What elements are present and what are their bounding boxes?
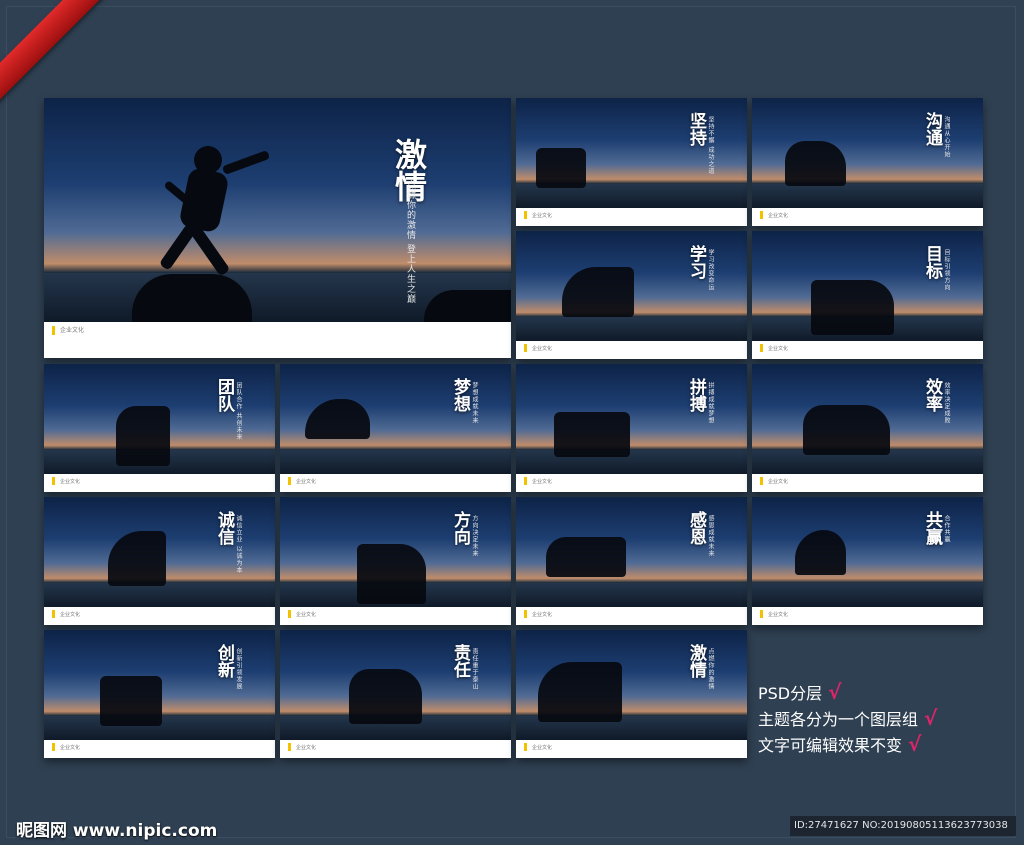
theme-silhouette-icon: [785, 141, 846, 186]
card-subtitle: 学习改变命运: [707, 249, 714, 291]
footer-accent: [52, 477, 55, 485]
corner-ribbon: [0, 0, 110, 110]
promo-line-2: 主题各分为一个图层组: [758, 710, 919, 729]
footer-accent: [52, 610, 55, 618]
hero-subtitle: 点燃你的激情 登上人生之巅: [405, 180, 415, 304]
theme-silhouette-icon: [803, 405, 890, 455]
card-footer-text: 企业文化: [768, 612, 789, 618]
card-footer-text: 企业文化: [768, 346, 789, 352]
card-footer-text: 企业文化: [296, 479, 317, 485]
card-subtitle: 沟通从心开始: [943, 116, 950, 158]
theme-card[interactable]: 学习 学习改变命运 企业文化: [516, 231, 747, 359]
footer-accent: [760, 477, 763, 485]
theme-card[interactable]: 梦想 梦想成就未来 企业文化: [280, 364, 511, 492]
card-footer-text: 企业文化: [768, 213, 789, 219]
check-icon: √: [924, 706, 938, 730]
footer-accent: [524, 211, 527, 219]
card-footer-text: 企业文化: [532, 213, 553, 219]
footer-accent: [760, 211, 763, 219]
footer-accent: [524, 743, 527, 751]
site-watermark: 昵图网 www.nipic.com: [16, 821, 218, 841]
footer-accent: [288, 610, 291, 618]
check-icon: √: [828, 680, 842, 704]
hero-card[interactable]: 激情 点燃你的激情 登上人生之巅 企业文化: [44, 98, 511, 358]
theme-silhouette-icon: [349, 669, 422, 724]
footer-accent: [288, 477, 291, 485]
theme-silhouette-icon: [305, 399, 370, 439]
card-subtitle: 合作共赢: [943, 515, 950, 543]
theme-silhouette-icon: [811, 280, 894, 335]
card-subtitle: 效率决定成败: [943, 382, 950, 424]
hero-footer-text: 企业文化: [60, 327, 85, 334]
rock-silhouette: [132, 274, 252, 322]
card-subtitle: 梦想成就未来: [471, 382, 478, 424]
footer-accent: [52, 743, 55, 751]
card-subtitle: 团队合作 共创未来: [235, 382, 242, 441]
theme-silhouette-icon: [538, 662, 622, 722]
card-subtitle: 诚信立业 以诚为本: [235, 515, 242, 574]
theme-silhouette-icon: [108, 531, 166, 586]
footer-accent: [524, 477, 527, 485]
theme-card[interactable]: 共赢 合作共赢 企业文化: [752, 497, 983, 625]
theme-card[interactable]: 沟通 沟通从心开始 企业文化: [752, 98, 983, 226]
footer-accent: [760, 610, 763, 618]
footer-accent: [524, 344, 527, 352]
theme-card[interactable]: 责任 责任重于泰山 企业文化: [280, 630, 511, 758]
card-footer-text: 企业文化: [60, 745, 81, 751]
theme-card[interactable]: 效率 效率决定成败 企业文化: [752, 364, 983, 492]
card-footer-text: 企业文化: [296, 745, 317, 751]
theme-silhouette-icon: [546, 537, 626, 577]
card-footer-text: 企业文化: [60, 479, 81, 485]
card-subtitle: 创新引领发展: [235, 648, 242, 690]
footer-accent: [760, 344, 763, 352]
card-footer-text: 企业文化: [532, 745, 553, 751]
promo-text: PSD分层 √ 主题各分为一个图层组 √ 文字可编辑效果不变 √: [758, 680, 937, 758]
card-footer-text: 企业文化: [768, 479, 789, 485]
footer-accent: [288, 743, 291, 751]
card-subtitle: 方向决定未来: [471, 515, 478, 557]
card-footer-text: 企业文化: [296, 612, 317, 618]
theme-card[interactable]: 创新 创新引领发展 企业文化: [44, 630, 275, 758]
footer-accent: [524, 610, 527, 618]
theme-card[interactable]: 方向 方向决定未来 企业文化: [280, 497, 511, 625]
theme-card[interactable]: 坚持 坚持不懈 成功之道 企业文化: [516, 98, 747, 226]
theme-card[interactable]: 目标 目标引领方向 企业文化: [752, 231, 983, 359]
theme-card[interactable]: 诚信 诚信立业 以诚为本 企业文化: [44, 497, 275, 625]
theme-card[interactable]: 感恩 感恩成就未来 企业文化: [516, 497, 747, 625]
check-icon: √: [908, 732, 922, 756]
card-subtitle: 点燃你的激情: [707, 648, 714, 690]
card-subtitle: 坚持不懈 成功之道: [707, 116, 714, 175]
card-footer-text: 企业文化: [532, 612, 553, 618]
card-footer-text: 企业文化: [532, 346, 553, 352]
card-footer-text: 企业文化: [60, 612, 81, 618]
theme-silhouette-icon: [562, 267, 634, 317]
card-subtitle: 责任重于泰山: [471, 648, 478, 690]
card-subtitle: 感恩成就未来: [707, 515, 714, 557]
card-subtitle: 拼搏成就梦想: [707, 382, 714, 424]
promo-line-3: 文字可编辑效果不变: [758, 736, 903, 755]
card-footer-text: 企业文化: [532, 479, 553, 485]
theme-card[interactable]: 拼搏 拼搏成就梦想 企业文化: [516, 364, 747, 492]
theme-card[interactable]: 团队 团队合作 共创未来 企业文化: [44, 364, 275, 492]
theme-silhouette-icon: [795, 530, 846, 575]
theme-silhouette-icon: [357, 544, 426, 604]
card-subtitle: 目标引领方向: [943, 249, 950, 291]
theme-card[interactable]: 激情 点燃你的激情 企业文化: [516, 630, 747, 758]
theme-silhouette-icon: [100, 676, 162, 726]
image-id-bar: ID:27471627 NO:20190805113623773038: [790, 816, 1016, 836]
theme-silhouette-icon: [116, 406, 170, 466]
footer-accent: [52, 326, 55, 335]
promo-line-1: PSD分层: [758, 684, 823, 703]
theme-silhouette-icon: [536, 148, 586, 188]
theme-silhouette-icon: [554, 412, 630, 457]
